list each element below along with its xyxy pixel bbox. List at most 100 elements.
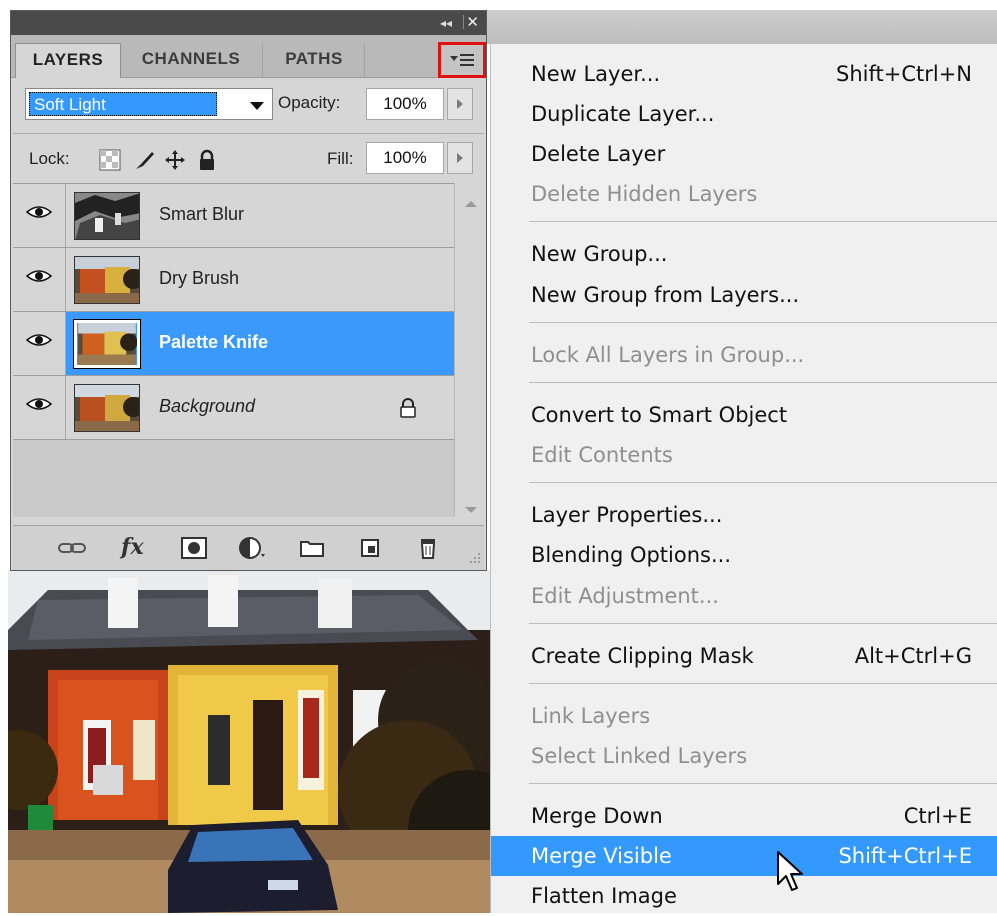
menu-item-convert-to-smart-object[interactable]: Convert to Smart Object [491, 395, 997, 435]
adjustment-layer-icon[interactable] [237, 536, 267, 560]
menu-item-label: Lock All Layers in Group... [531, 343, 805, 367]
layer-row-palette-knife[interactable]: Palette Knife [13, 312, 454, 376]
eye-icon [26, 270, 52, 282]
menu-separator [529, 482, 997, 483]
panel-bottom-bar: fx [13, 525, 484, 570]
menu-item-label: New Group from Layers... [531, 283, 800, 307]
fill-input[interactable]: 100% [366, 142, 444, 174]
mouse-cursor-icon [777, 851, 803, 891]
fill-slider-arrow[interactable] [447, 142, 473, 174]
lock-position-icon[interactable] [164, 149, 186, 171]
layer-row-dry-brush[interactable]: Dry Brush [13, 248, 454, 312]
tab-layers[interactable]: LAYERS [15, 43, 121, 78]
layer-list-scrollbar[interactable] [454, 183, 485, 516]
menu-item-blending-options[interactable]: Blending Options... [491, 535, 997, 575]
divider [13, 133, 484, 134]
menu-item-new-group-from-layers[interactable]: New Group from Layers... [491, 275, 997, 315]
menu-item-label: Flatten Image [531, 884, 677, 908]
menu-item-layer-properties[interactable]: Layer Properties... [491, 495, 997, 535]
visibility-toggle[interactable] [13, 312, 66, 375]
trash-icon[interactable] [413, 536, 443, 560]
layer-name: Smart Blur [159, 204, 245, 224]
menu-item-label: New Group... [531, 242, 668, 266]
menu-item-new-group[interactable]: New Group... [491, 234, 997, 274]
collapse-panel-icon[interactable]: ◂◂ [440, 15, 452, 31]
layer-mask-icon[interactable] [179, 536, 209, 560]
layer-thumbnail [74, 256, 140, 304]
chevron-down-icon [250, 102, 264, 110]
close-panel-icon[interactable]: ✕ [466, 13, 479, 31]
fx-icon[interactable]: fx [121, 534, 151, 560]
panel-tabs: LAYERS CHANNELS PATHS [11, 35, 486, 78]
layer-thumbnail [74, 384, 140, 432]
lock-icon [400, 398, 416, 418]
titlebar-divider [463, 15, 464, 29]
lock-all-icon[interactable] [196, 149, 218, 171]
layer-row-smart-blur[interactable]: Smart Blur [13, 184, 454, 248]
menu-item-flatten-image[interactable]: Flatten Image [491, 876, 997, 916]
visibility-toggle[interactable] [13, 248, 66, 311]
scroll-up-icon[interactable] [465, 201, 477, 207]
new-group-icon[interactable] [297, 536, 327, 560]
layer-thumbnail [74, 192, 140, 240]
menu-separator [529, 623, 997, 624]
menu-item-label: Blending Options... [531, 543, 732, 567]
panel-menu-button[interactable] [438, 42, 486, 78]
menu-item-label: Duplicate Layer... [531, 102, 715, 126]
link-layers-icon[interactable] [57, 536, 87, 560]
opacity-slider-arrow[interactable] [447, 88, 473, 120]
panel-titlebar[interactable]: ◂◂ ✕ [11, 11, 486, 35]
lock-transparent-pixels-icon[interactable] [99, 149, 121, 171]
menu-item-label: Link Layers [531, 704, 651, 728]
lock-label: Lock: [29, 149, 70, 168]
menu-item-lock-all-layers-in-group[interactable]: Lock All Layers in Group... [491, 335, 997, 375]
menu-separator [529, 322, 997, 323]
layer-name: Palette Knife [159, 332, 269, 352]
new-layer-icon[interactable] [355, 536, 385, 560]
menu-item-delete-hidden-layers[interactable]: Delete Hidden Layers [491, 174, 997, 214]
layer-name: Dry Brush [159, 268, 240, 288]
layer-name: Background [159, 396, 256, 416]
menu-item-merge-visible[interactable]: Merge Visible Shift+Ctrl+E [491, 836, 997, 876]
menu-separator [529, 221, 997, 222]
menu-item-create-clipping-mask[interactable]: Create Clipping Mask Alt+Ctrl+G [491, 636, 997, 676]
scroll-down-icon[interactable] [465, 507, 477, 513]
menu-item-edit-adjustment[interactable]: Edit Adjustment... [491, 576, 997, 616]
eye-icon [26, 334, 52, 346]
tab-paths[interactable]: PATHS [264, 43, 364, 77]
menu-item-new-layer[interactable]: New Layer... Shift+Ctrl+N [491, 54, 997, 94]
dropdown-triangle-icon [450, 56, 458, 61]
menu-item-shortcut: Shift+Ctrl+E [838, 844, 972, 868]
menu-item-duplicate-layer[interactable]: Duplicate Layer... [491, 94, 997, 134]
layer-row-background[interactable]: Background [13, 376, 454, 440]
layer-list: Smart Blur Dry Brush Palette Knife Backg… [13, 183, 454, 517]
eye-icon [26, 206, 52, 218]
menu-item-label: Delete Layer [531, 142, 666, 166]
menu-separator [529, 783, 997, 784]
canvas-photo [8, 570, 490, 913]
menu-item-shortcut: Shift+Ctrl+N [836, 62, 972, 86]
layer-thumbnail [73, 319, 141, 369]
tab-channels[interactable]: CHANNELS [121, 43, 261, 77]
menu-item-label: Merge Visible [531, 844, 672, 868]
resize-grip-icon[interactable] [469, 552, 481, 564]
blend-mode-value: Soft Light [29, 92, 217, 116]
menu-item-select-linked-layers[interactable]: Select Linked Layers [491, 736, 997, 776]
menu-separator [529, 683, 997, 684]
menu-item-merge-down[interactable]: Merge Down Ctrl+E [491, 796, 997, 836]
lock-image-pixels-icon[interactable] [133, 149, 155, 171]
visibility-toggle[interactable] [13, 376, 66, 439]
menu-item-delete-layer[interactable]: Delete Layer [491, 134, 997, 174]
menu-item-edit-contents[interactable]: Edit Contents [491, 435, 997, 475]
opacity-label: Opacity: [278, 93, 341, 112]
menu-item-label: Edit Contents [531, 443, 673, 467]
menu-lines-icon [460, 54, 474, 69]
blend-mode-select[interactable]: Soft Light [25, 88, 273, 120]
layers-panel: ◂◂ ✕ LAYERS CHANNELS PATHS Soft Light Op… [10, 10, 487, 571]
menu-item-shortcut: Ctrl+E [903, 804, 972, 828]
tab-divider [364, 43, 365, 77]
opacity-input[interactable]: 100% [366, 88, 444, 120]
menu-item-label: Edit Adjustment... [531, 584, 719, 608]
visibility-toggle[interactable] [13, 184, 66, 247]
menu-item-link-layers[interactable]: Link Layers [491, 696, 997, 736]
